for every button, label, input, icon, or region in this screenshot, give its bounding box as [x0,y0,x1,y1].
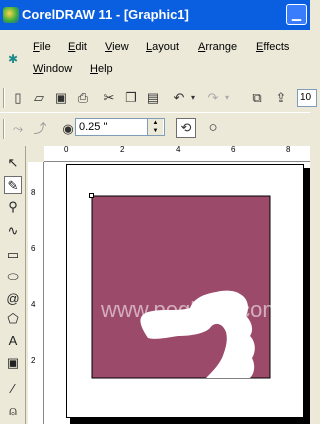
eyedropper-tool-icon[interactable]: ⁄ [4,380,22,398]
node-handle[interactable] [89,193,94,198]
zoom-level-field[interactable]: 10 [297,89,317,107]
ruler-v-label: 8 [31,188,36,197]
menu-edit[interactable]: Edit [68,41,87,53]
ruler-h-label: 6 [231,145,236,154]
ruler-v-label: 4 [31,300,36,309]
ellipse-tool-icon[interactable]: ⬭ [4,268,22,286]
circle-mode-icon[interactable]: ○ [204,119,222,137]
outline-width-spinner[interactable]: ▲ ▼ [147,119,163,135]
toolbox: ↖ ✎ ⚲ ∿ ▭ ⬭ @ ⬠ A ▣ ⁄ ⍝ [0,146,26,424]
new-document-icon[interactable]: ▯ [9,89,27,107]
ruler-h-label: 4 [176,145,181,154]
document-control-icon[interactable]: ✱ [8,53,20,65]
horizontal-ruler[interactable]: 0 2 4 6 8 [44,145,310,162]
ruler-h-label: 0 [64,145,69,154]
open-document-icon[interactable]: ▱ [30,89,48,107]
to-curve-icon[interactable]: ⤳ [9,120,27,138]
menu-bar: ✱ File Edit View Layout Arrange Effects … [0,36,310,82]
watermark-text: www.pegham.com [101,297,281,322]
redo-icon[interactable]: ↷ [204,89,222,107]
property-bar-grip [3,119,5,139]
print-icon[interactable]: ⎙ [74,89,92,107]
paste-icon[interactable]: ▤ [144,89,162,107]
menu-file[interactable]: File [33,41,51,53]
window-title: CorelDRAW 11 - [Graphic1] [22,7,189,22]
ruler-origin[interactable] [28,146,44,162]
artwork[interactable] [44,162,310,424]
copy-icon[interactable]: ❐ [122,89,140,107]
outline-width-value: 0.25 " [79,121,108,133]
import-icon[interactable]: ⧉ [248,89,266,107]
title-bar: CorelDRAW 11 - [Graphic1] ▁ [0,0,310,30]
undo-icon[interactable]: ↶ [170,89,188,107]
outline-tool-icon[interactable]: ⍝ [4,402,22,420]
freehand-tool-icon[interactable]: ∿ [4,222,22,240]
ruler-h-label: 8 [286,145,291,154]
rectangle-tool-icon[interactable]: ▭ [4,246,22,264]
spin-down-icon[interactable]: ▼ [148,127,163,135]
text-tool-icon[interactable]: A [4,332,22,350]
undo-dropdown-icon[interactable]: ▾ [188,89,198,107]
spiral-tool-icon[interactable]: @ [4,290,22,308]
toolbar-grip [3,88,5,108]
ruler-v-label: 2 [31,356,36,365]
zoom-tool-icon[interactable]: ⚲ [4,198,22,216]
interactive-fill-tool-icon[interactable]: ▣ [4,354,22,372]
redo-dropdown-icon[interactable]: ▾ [222,89,232,107]
minimize-button[interactable]: ▁ [286,4,307,25]
wrap-text-icon[interactable]: ⟲ [176,118,196,138]
shape-tool-icon[interactable]: ✎ [4,176,22,194]
pick-tool-icon[interactable]: ↖ [4,154,22,172]
ruler-v-label: 6 [31,244,36,253]
export-icon[interactable]: ⇪ [272,89,290,107]
standard-toolbar: ▯ ▱ ▣ ⎙ ✂ ❐ ▤ ↶ ▾ ↷ ▾ ⧉ ⇪ 10 [0,84,317,112]
minimize-icon: ▁ [291,7,302,21]
menu-help[interactable]: Help [90,63,113,75]
drawing-canvas[interactable]: www.pegham.com [44,162,310,424]
cut-icon[interactable]: ✂ [100,89,118,107]
save-icon[interactable]: ▣ [52,89,70,107]
menu-arrange[interactable]: Arrange [198,41,237,53]
menu-layout[interactable]: Layout [146,41,179,53]
ruler-h-label: 2 [120,145,125,154]
menu-view[interactable]: View [105,41,129,53]
menu-window[interactable]: Window [33,63,72,75]
coreldraw-app-icon[interactable] [3,7,19,23]
spin-up-icon[interactable]: ▲ [148,119,163,127]
vertical-ruler[interactable]: 8 6 4 2 [28,162,44,424]
shape-edit-icon[interactable]: ⤴ [31,120,49,138]
menu-effects[interactable]: Effects [256,41,289,53]
basic-shapes-tool-icon[interactable]: ⬠ [4,310,22,328]
